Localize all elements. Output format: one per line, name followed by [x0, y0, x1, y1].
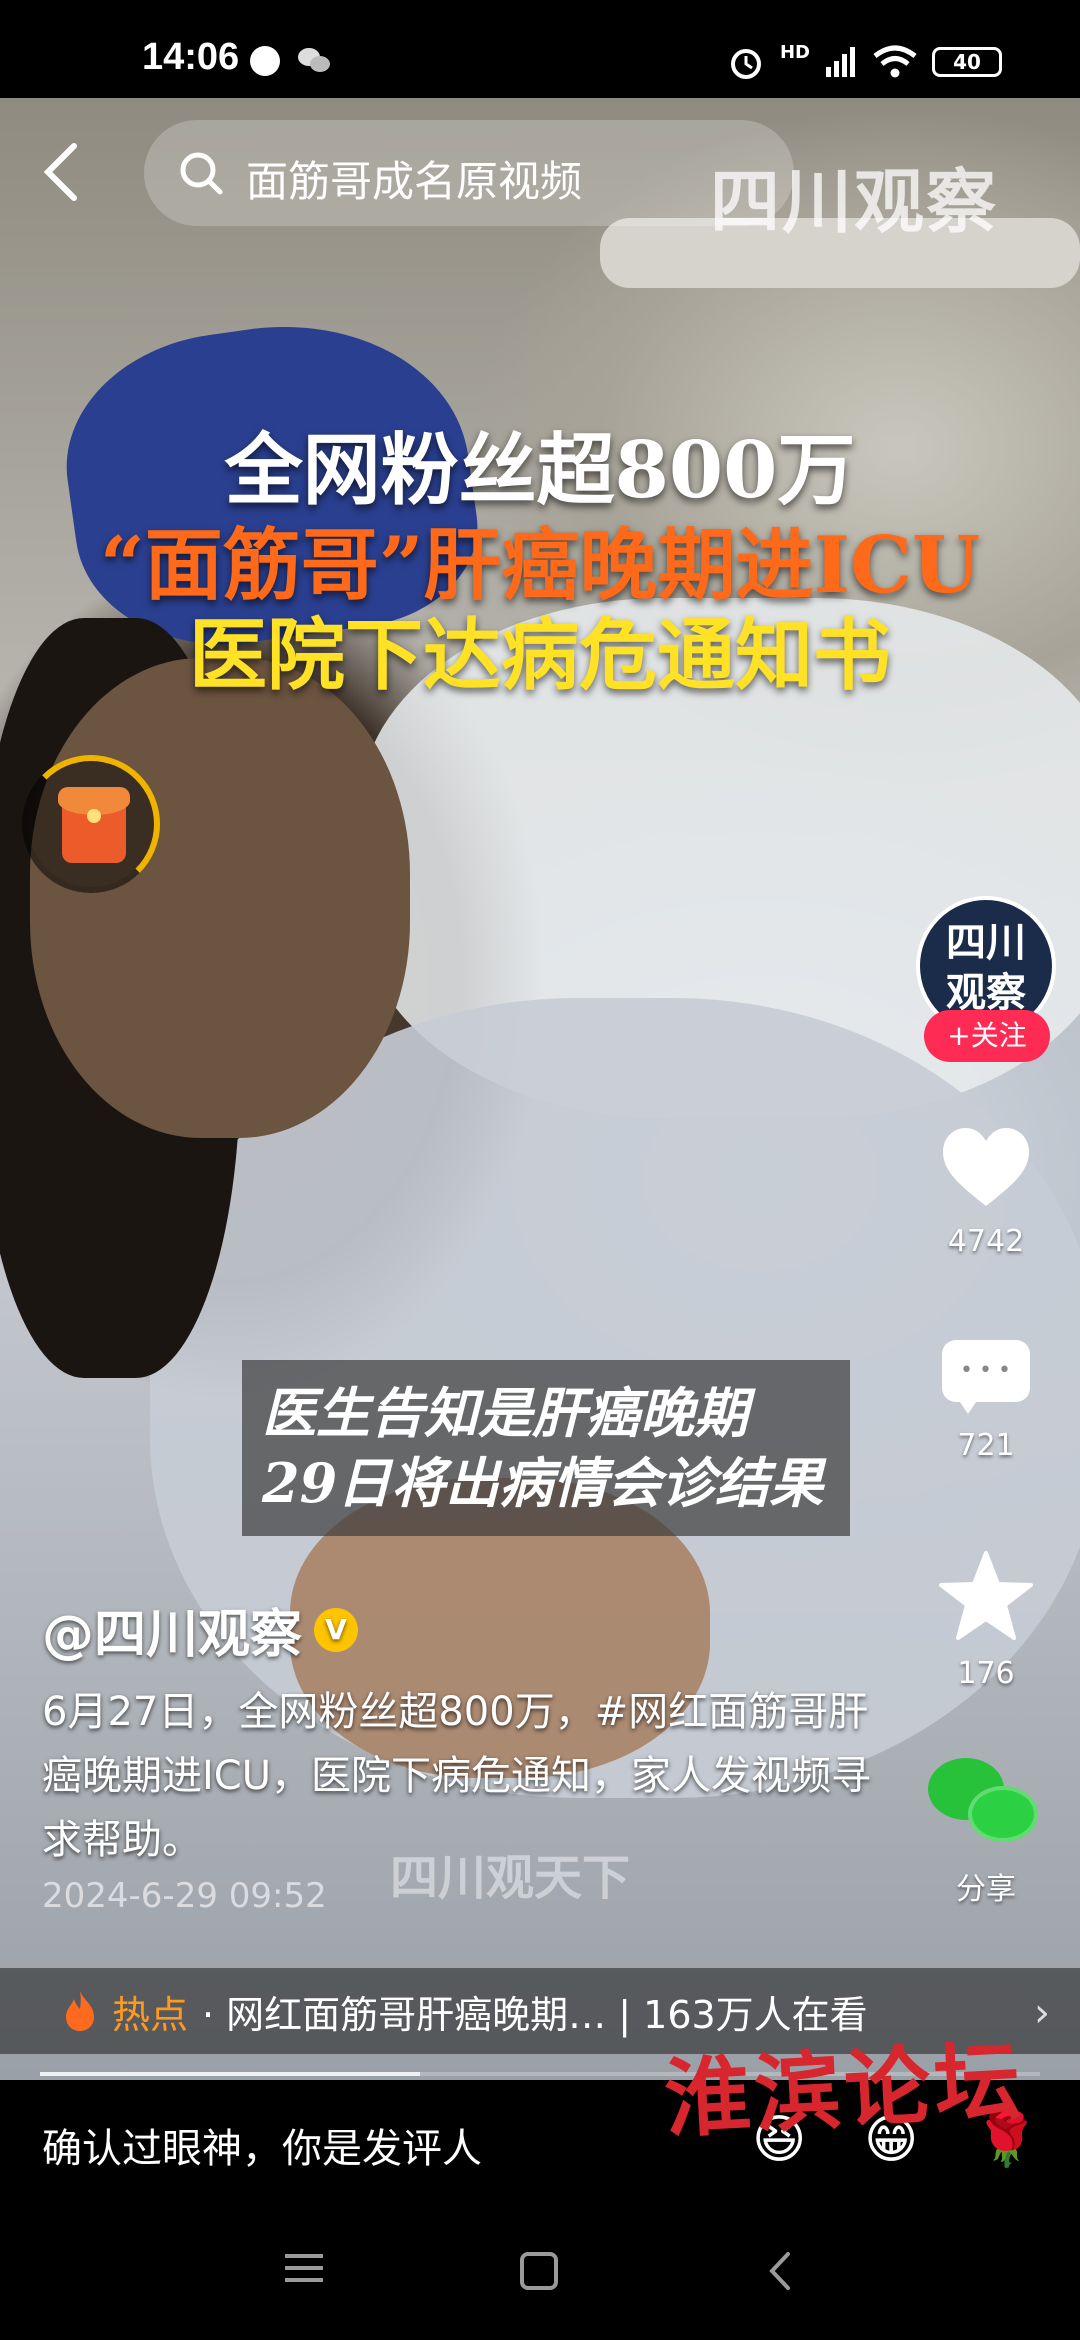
fire-icon	[66, 1991, 94, 2031]
home-button[interactable]	[520, 2252, 580, 2302]
chevron-right-icon: ›	[1034, 1990, 1050, 2036]
network-type-label: HD	[779, 42, 810, 63]
status-time: 14:06	[142, 36, 240, 78]
search-icon	[180, 152, 223, 195]
notification-dot-icon	[250, 46, 280, 76]
comment-input-placeholder[interactable]: 确认过眼神，你是发评人	[42, 2116, 482, 2174]
status-notification-icons	[250, 46, 334, 76]
like-count: 4742	[947, 1224, 1025, 1259]
subtitle-line-2: 29日将出病情会诊结果	[262, 1451, 824, 1515]
signal-icon	[826, 47, 855, 77]
comment-button[interactable]: ••• 721	[930, 1340, 1042, 1463]
share-label: 分享	[956, 1872, 1016, 1907]
forum-watermark: 淮滨论坛	[662, 2030, 1027, 2151]
avatar-text-line-1: 四川	[946, 921, 1026, 965]
subtitle-line-1: 医生告知是肝癌晚期	[262, 1381, 748, 1445]
video-subtitle: 医生告知是肝癌晚期 29日将出病情会诊结果	[242, 1360, 850, 1536]
wechat-notification-icon	[298, 46, 334, 74]
like-button[interactable]: 4742	[930, 1126, 1042, 1259]
video-headline-line-3: 医院下达病危通知书	[188, 610, 891, 701]
video-scene-face	[30, 658, 410, 1138]
red-packet-icon	[58, 787, 130, 863]
follow-button[interactable]: +关注	[924, 1010, 1050, 1062]
status-right-icons: HD 40	[726, 42, 1002, 82]
creator-handle[interactable]: @四川观察 V	[42, 1592, 359, 1667]
wifi-icon	[873, 45, 917, 78]
search-bar[interactable]: 面筋哥成名原视频	[144, 120, 794, 226]
back-arrow-icon[interactable]	[34, 140, 88, 204]
search-query: 面筋哥成名原视频	[246, 157, 583, 206]
comment-icon: •••	[942, 1340, 1030, 1418]
alarm-icon	[730, 49, 761, 79]
status-bar: 14:06 HD 40	[0, 0, 1080, 98]
favorite-button[interactable]: 176	[930, 1550, 1042, 1691]
heart-icon	[943, 1128, 1029, 1206]
verified-badge-icon: V	[314, 1607, 359, 1652]
wechat-share-icon	[928, 1758, 1044, 1854]
home-square-icon	[520, 2252, 558, 2290]
red-packet-button[interactable]	[22, 755, 160, 893]
post-timestamp: 2024-6-29 09:52	[42, 1876, 327, 1916]
video-faint-watermark: 四川观天下	[390, 1850, 631, 1906]
hot-label: 热点	[112, 1992, 189, 2037]
battery-indicator: 40	[932, 47, 1002, 77]
favorite-count: 176	[957, 1656, 1015, 1691]
system-navigation-bar	[0, 2200, 1080, 2340]
share-button[interactable]: 分享	[922, 1758, 1050, 1908]
star-icon	[939, 1551, 1033, 1640]
menu-icon[interactable]	[274, 2246, 334, 2296]
video-progress-fill	[40, 2072, 420, 2076]
back-chevron-icon[interactable]	[752, 2246, 812, 2296]
comment-count: 721	[957, 1428, 1015, 1463]
creator-handle-text: @四川观察	[42, 1605, 303, 1665]
